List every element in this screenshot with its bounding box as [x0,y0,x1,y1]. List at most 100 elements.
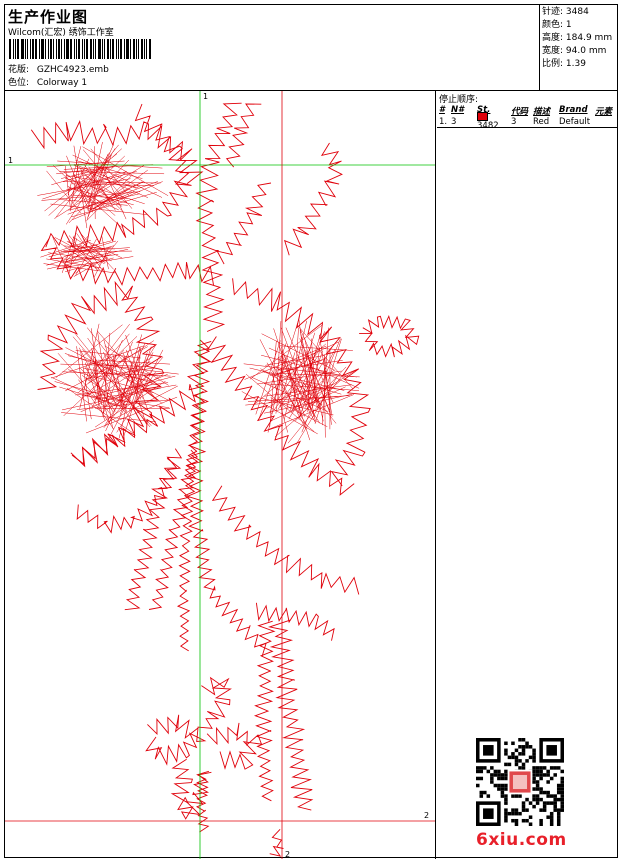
qr-module [542,804,547,809]
qr-module [518,811,522,816]
barcode-bar [39,39,40,59]
barcode-bar [56,39,57,59]
barcode-bar [126,39,129,59]
qr-module [490,776,494,781]
qr-module [507,755,512,760]
qr-module [518,794,522,798]
qr-module [504,787,508,791]
barcode-bar [98,39,101,59]
row-description: Red [533,116,550,127]
qr-module [535,769,540,774]
guide-v1-label: 1 [203,92,208,101]
stitch-run [216,182,272,265]
barcode-bar [61,39,62,59]
barcode-bar [76,39,77,59]
qr-module [521,752,526,756]
qr-module [553,794,557,798]
qr-module [546,815,550,819]
qr-module [535,766,540,770]
stitch-run [267,619,314,811]
qr-module [504,815,508,819]
qr-module [546,769,550,774]
barcode-bar [82,39,83,59]
company-name: Wilcom(汇宏) 绣饰工作室 [8,28,114,38]
qr-module [535,773,540,777]
qr-module [535,780,540,784]
table-row: 1. 3 3482 3 Red Default [437,112,617,131]
qr-module [497,769,501,774]
qr-module [514,811,519,816]
row-needle: 3 [451,116,457,127]
qr-module [504,752,508,756]
production-worksheet: 生产作业图 Wilcom(汇宏) 绣饰工作室 花版: GZHC4923.emb … [4,4,618,859]
page-title: 生产作业图 [8,8,89,26]
qr-module [504,741,508,746]
qr-module [504,769,508,774]
stat-scale: 比例: 1.39 [542,59,586,69]
qr-module [497,787,501,791]
qr-module [521,818,526,823]
qr-module [514,808,519,812]
stitch-run [225,103,262,168]
qr-module [549,766,554,770]
barcode-bar [70,39,72,59]
qr-module [521,801,526,805]
qr-module [560,787,564,791]
qr-module [532,804,536,809]
col-needle: N# [451,105,465,115]
qr-module [528,822,533,826]
stitch-fill [241,316,360,445]
qr-module [560,790,564,795]
qr-module [479,776,484,781]
barcode-bar [107,39,109,59]
barcode-bar [30,39,31,59]
stitch-fill [50,323,179,441]
guide-h2-label: 2 [424,811,429,820]
qr-module [532,752,536,756]
qr-module [483,808,494,819]
qr-module [539,797,543,802]
stat-colors: 颜色: 1 [542,20,572,30]
stat-width: 宽度: 94.0 mm [542,46,607,56]
qr-module [553,804,557,809]
qr-module [546,773,550,777]
qr-module [553,766,557,770]
barcode-bar [50,39,52,59]
barcode-bar [35,39,37,59]
qr-module [504,808,508,812]
qr-module [546,801,550,805]
qr-module [546,790,550,795]
qr-module [535,783,540,788]
qr-module [521,745,526,749]
design-stats: 针迹: 3484 颜色: 1 高度: 184.9 mm 宽度: 94.0 mm … [539,5,617,91]
qr-module [493,773,498,777]
qr-module [539,787,543,791]
qr-module [532,780,536,784]
barcode-bar [149,39,151,59]
qr-module [528,801,533,805]
qr-module [539,790,543,795]
qr-module [532,755,536,760]
qr-module [553,801,557,805]
qr-module [525,818,529,823]
qr-module [525,797,529,802]
stitch-run [197,676,232,729]
qr-module [483,766,487,770]
qr-module [539,776,543,781]
qr-module [479,769,484,774]
barcode-bar [48,39,49,59]
qr-module [535,787,540,791]
qr-module [497,783,501,788]
barcode-bar [102,39,103,59]
barcode-bar [93,39,94,59]
barcode-bar [144,39,145,59]
qr-module [532,769,536,774]
qr-module [483,790,487,795]
qr-module [549,776,554,781]
col-code: 代码 [511,107,529,117]
stitch-run [283,142,343,256]
qr-module [553,797,557,802]
qr-module [532,759,536,763]
qr-module [479,790,484,795]
qr-module [528,745,533,749]
